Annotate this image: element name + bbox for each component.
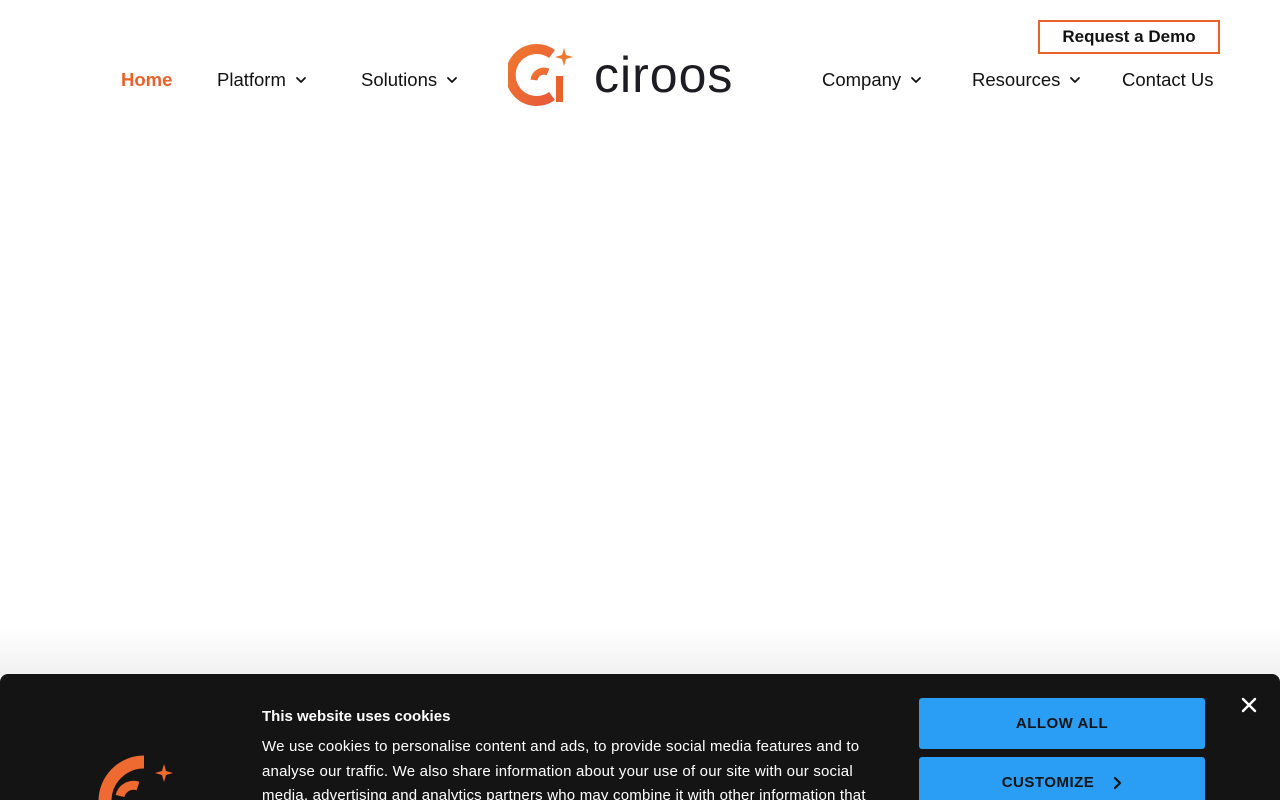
nav-platform[interactable]: Platform (217, 66, 308, 94)
nav-solutions-label: Solutions (361, 69, 438, 90)
nav-home-label: Home (121, 69, 173, 90)
nav-contact-us[interactable]: Contact Us (1122, 66, 1214, 94)
nav-company[interactable]: Company (822, 66, 923, 94)
allow-all-label: ALLOW ALL (1015, 715, 1109, 732)
cookie-banner: This website uses cookies We use cookies… (0, 674, 1280, 800)
customize-label: CUSTOMIZE (1001, 774, 1095, 791)
close-icon[interactable] (1238, 694, 1260, 716)
customize-button[interactable]: CUSTOMIZE (919, 757, 1205, 800)
nav-platform-label: Platform (217, 69, 286, 90)
site-header: Request a Demo Home Platform Solutions c… (0, 0, 1280, 130)
allow-all-button[interactable]: ALLOW ALL (919, 698, 1205, 749)
chevron-right-icon (1114, 776, 1122, 789)
chevron-down-icon (294, 73, 308, 87)
ciroos-logo[interactable]: ciroos (508, 42, 772, 108)
brand-name: ciroos (594, 47, 734, 103)
nav-home[interactable]: Home (121, 66, 172, 94)
request-demo-button[interactable]: Request a Demo (1038, 20, 1220, 54)
chevron-down-icon (445, 73, 459, 87)
nav-resources[interactable]: Resources (972, 66, 1082, 94)
chevron-down-icon (1068, 73, 1082, 87)
ciroos-logo-mark (98, 755, 173, 800)
banner-shadow (0, 628, 1280, 676)
nav-resources-label: Resources (972, 69, 1061, 90)
nav-company-label: Company (822, 69, 902, 90)
chevron-down-icon (909, 73, 923, 87)
nav-contact-label: Contact Us (1122, 69, 1214, 90)
cookie-description: We use cookies to personalise content an… (262, 738, 866, 800)
ciroos-logo-mark (508, 44, 573, 106)
nav-solutions[interactable]: Solutions (361, 66, 459, 94)
cookie-title: This website uses cookies (262, 708, 451, 725)
